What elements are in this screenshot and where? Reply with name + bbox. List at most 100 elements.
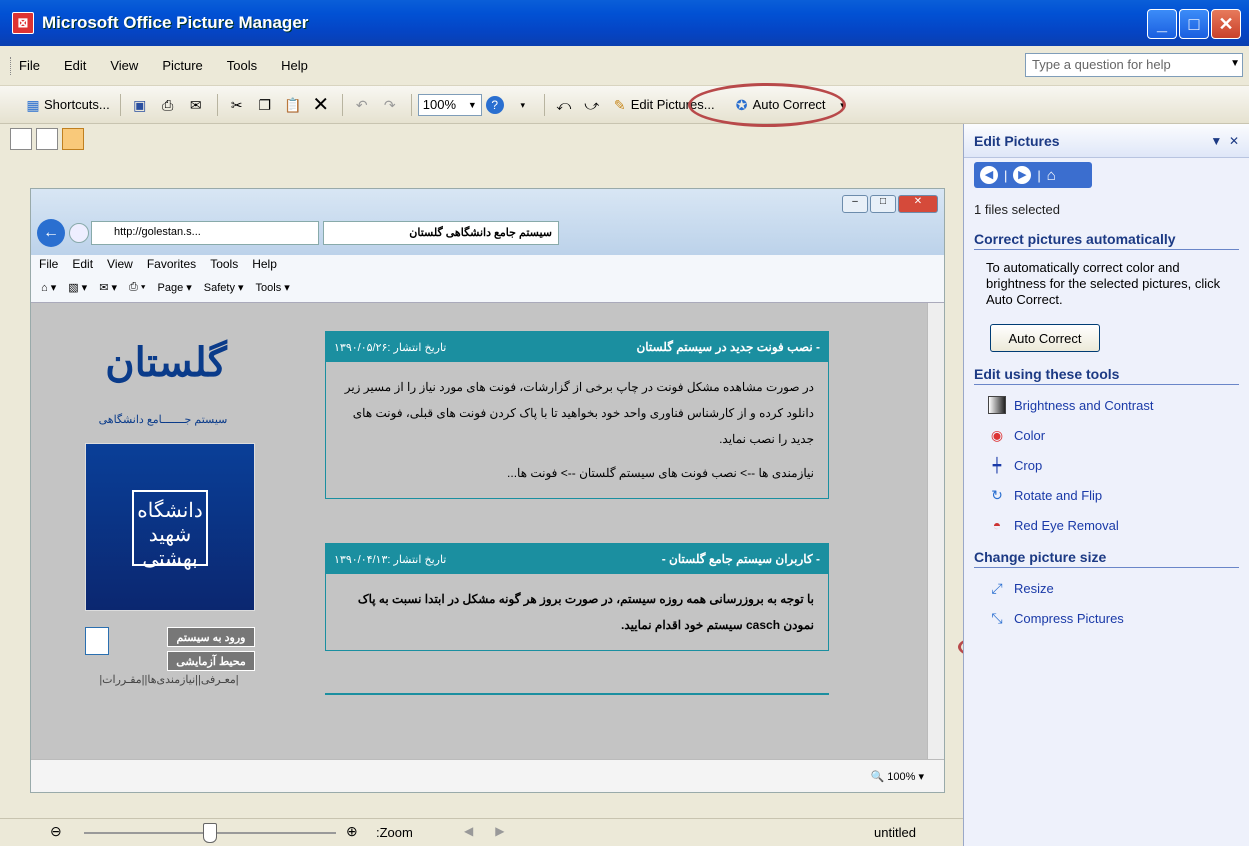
- pane-title: Edit Pictures: [974, 132, 1060, 149]
- close-button[interactable]: ✕: [1211, 9, 1241, 39]
- cut-icon: ✂: [230, 96, 243, 113]
- university-emblem: دانشگاه شهید بهشتی: [132, 490, 208, 570]
- size-heading: Change picture size: [974, 549, 1239, 568]
- redo-icon: ↷: [383, 96, 396, 113]
- brightness-contrast-link[interactable]: Brightness and Contrast: [988, 395, 1239, 415]
- print-button[interactable]: ⎙: [155, 92, 183, 118]
- news-item: - نصب فونت جدید در سیستم گلستان تاریخ ان…: [325, 331, 829, 499]
- pane-header: Edit Pictures ▼ ✕: [964, 124, 1249, 158]
- menu-help[interactable]: Help: [281, 58, 308, 73]
- resize-link[interactable]: ⤢ Resize: [988, 578, 1239, 598]
- rotate-right-icon: ⤻: [584, 96, 600, 113]
- ie-forward-icon: [69, 223, 89, 243]
- zoom-label: :Zoom: [376, 825, 413, 840]
- shortcuts-label: Shortcuts...: [44, 97, 110, 112]
- shortcuts-button[interactable]: ▦ Shortcuts...: [20, 92, 114, 118]
- rotate-left-button[interactable]: ⤺: [551, 92, 579, 118]
- single-picture-view-button[interactable]: [62, 128, 84, 150]
- menu-edit[interactable]: Edit: [64, 58, 86, 73]
- rotate-right-button[interactable]: ⤻: [579, 92, 607, 118]
- picture-canvas: – □ ✕ ← http://golestan.s... سیستم جامع …: [0, 154, 963, 818]
- close-icon[interactable]: ✕: [1229, 134, 1239, 148]
- zoom-in-icon[interactable]: ⊕: [346, 823, 364, 841]
- color-link[interactable]: ◉ Color: [988, 425, 1239, 445]
- menu-file[interactable]: File: [19, 58, 40, 73]
- news-body: با توجه به بروزرسانی همه روزه سیستم، در …: [326, 574, 828, 650]
- file-name: untitled: [874, 825, 916, 840]
- news-date: تاریخ انتشار :۱۳۹۰/۰۵/۲۶: [334, 341, 447, 354]
- undo-button[interactable]: ↶: [349, 92, 377, 118]
- window-controls: _ □ ✕: [1147, 9, 1241, 39]
- picture-manager-icon: ⊠: [12, 12, 34, 34]
- minimize-button[interactable]: _: [1147, 9, 1177, 39]
- ie-menu-item: Help: [252, 257, 277, 271]
- news-text: با توجه به بروزرسانی همه روزه سیستم، در …: [357, 592, 814, 632]
- auto-correct-pane-button[interactable]: Auto Correct: [990, 324, 1100, 352]
- ie-menu-bar: File Edit View Favorites Tools Help: [31, 255, 944, 277]
- tool-label: Rotate and Flip: [1014, 487, 1103, 503]
- redo-button[interactable]: ↷: [377, 92, 405, 118]
- pane-dropdown-icon[interactable]: ▼: [1210, 134, 1222, 148]
- menu-grip[interactable]: [10, 56, 13, 75]
- crop-icon: ┿: [992, 457, 1002, 473]
- golestan-logo-subtitle: سیستم جـــــــامع دانشگاهی: [98, 414, 228, 426]
- help-dropdown-icon[interactable]: ▼: [1230, 58, 1240, 69]
- forward-icon[interactable]: ▶: [1013, 166, 1032, 184]
- tool-label: Resize: [1014, 580, 1054, 596]
- toolbar-separator: [410, 93, 412, 116]
- auto-correct-heading: Correct pictures automatically: [974, 231, 1239, 250]
- rotate-flip-link[interactable]: ↻ Rotate and Flip: [988, 485, 1239, 505]
- tools-heading: Edit using these tools: [974, 366, 1239, 385]
- ie-menu-item: View: [107, 257, 133, 271]
- ie-scrollbar: [927, 303, 944, 759]
- edit-pictures-pane: Edit Pictures ▼ ✕ ◀ | ▶ | ⌂ 1 files sele…: [963, 124, 1249, 846]
- nav-separator: |: [1037, 167, 1041, 183]
- maximize-button[interactable]: □: [1179, 9, 1209, 39]
- previous-picture-icon[interactable]: ◀: [464, 824, 473, 838]
- help-button[interactable]: ?: [482, 92, 510, 118]
- save-button[interactable]: ▣: [127, 92, 155, 118]
- zoom-bar: ⊖ ⊕ :Zoom ◀ ▶ untitled: [0, 818, 963, 846]
- next-picture-icon[interactable]: ▶: [495, 824, 504, 838]
- cut-button[interactable]: ✂: [224, 92, 252, 118]
- print-icon: ⎙: [162, 96, 174, 113]
- copy-icon: ❐: [258, 96, 272, 113]
- save-icon: ▣: [133, 96, 147, 113]
- compress-icon: ⤡: [991, 610, 1003, 626]
- picture-preview[interactable]: – □ ✕ ← http://golestan.s... سیستم جامع …: [30, 188, 945, 793]
- thumbnail-view-button[interactable]: [10, 128, 32, 150]
- login-button: ورود به سیستم: [167, 627, 255, 647]
- window-title: Microsoft Office Picture Manager: [42, 13, 309, 32]
- auto-correct-description: To automatically correct color and brigh…: [986, 260, 1221, 307]
- menu-view[interactable]: View: [110, 58, 138, 73]
- web-page-content: گلستان سیستم جـــــــامع دانشگاهی دانشگا…: [31, 303, 929, 759]
- nav-separator: |: [1004, 167, 1008, 183]
- compress-pictures-link[interactable]: ⤡ Compress Pictures: [988, 608, 1239, 628]
- paste-button[interactable]: 📋: [280, 92, 308, 118]
- menu-picture[interactable]: Picture: [162, 58, 202, 73]
- ie-title-bar: – □ ✕ ← http://golestan.s... سیستم جامع …: [31, 189, 944, 255]
- tool-label: Brightness and Contrast: [1014, 397, 1154, 413]
- zoom-value: 100%: [422, 97, 456, 112]
- crop-link[interactable]: ┿ Crop: [988, 455, 1239, 475]
- copy-button[interactable]: ❐: [252, 92, 280, 118]
- red-eye-removal-link[interactable]: ◓ Red Eye Removal: [988, 515, 1239, 535]
- back-icon[interactable]: ◀: [980, 166, 998, 184]
- menu-tools[interactable]: Tools: [227, 58, 257, 73]
- news-body: در صورت مشاهده مشکل فونت در چاپ برخی از …: [326, 362, 828, 498]
- toolbar-options-button[interactable]: ▾: [510, 92, 538, 118]
- pane-body: 1 files selected Correct pictures automa…: [964, 202, 1249, 628]
- side-links: |معـرفی||نیازمندی‌ها||مقـررات|: [99, 674, 239, 686]
- ie-maximize-icon: □: [870, 195, 896, 213]
- zoom-select[interactable]: 100% ▼: [417, 93, 482, 116]
- zoom-slider-thumb[interactable]: [203, 823, 217, 843]
- email-button[interactable]: ✉: [183, 92, 211, 118]
- help-search-input[interactable]: Type a question for help ▼: [1025, 53, 1243, 77]
- delete-button[interactable]: ✕: [308, 92, 336, 118]
- home-icon[interactable]: ⌂: [1047, 167, 1056, 184]
- ie-cmd-page: Page ▾: [157, 282, 192, 294]
- toolbar-separator: [119, 93, 121, 116]
- ie-cmd-tools: Tools ▾: [255, 282, 290, 294]
- filmstrip-view-button[interactable]: [36, 128, 58, 150]
- zoom-out-icon[interactable]: ⊖: [50, 823, 68, 841]
